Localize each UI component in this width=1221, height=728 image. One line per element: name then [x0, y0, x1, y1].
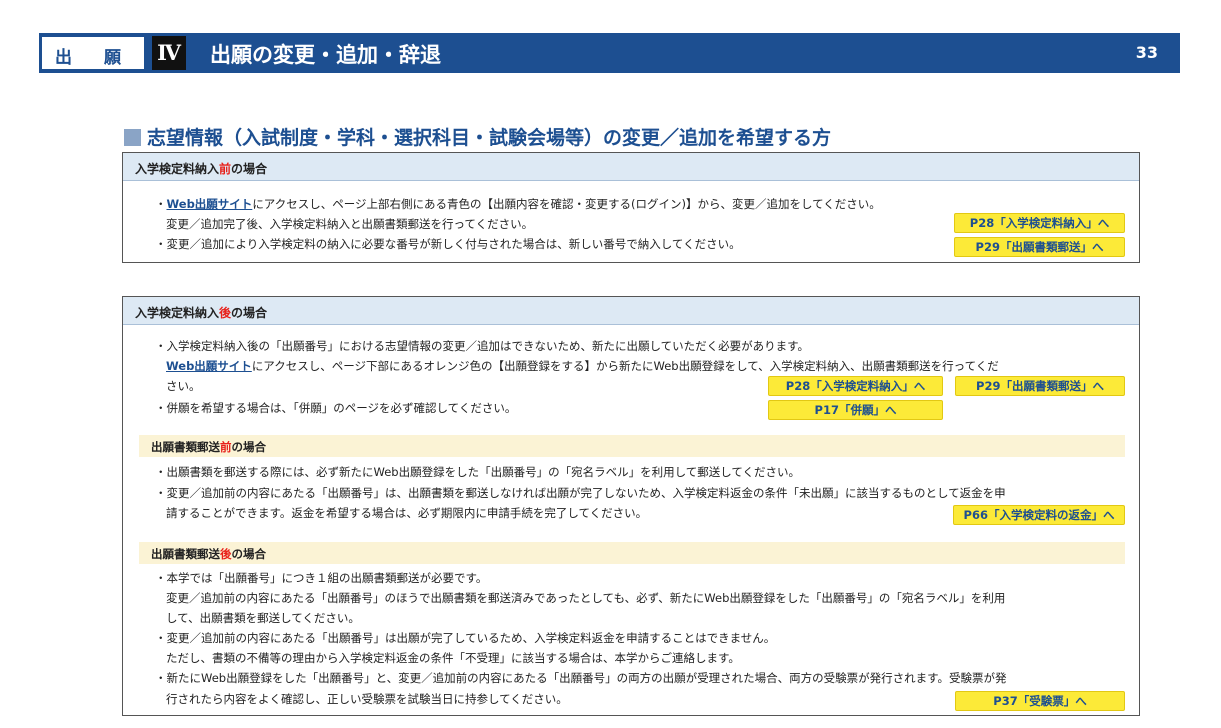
box1-line-1: ・Web出願サイトにアクセスし、ページ上部右側にある青色の【出願内容を確認・変更…: [155, 196, 881, 212]
web-application-site-link[interactable]: Web出願サイト: [167, 197, 253, 211]
box1-line-1-text: にアクセスし、ページ上部右側にある青色の【出願内容を確認・変更する(ログイン)】…: [252, 197, 881, 211]
subheading-text-end: の場合: [231, 547, 267, 561]
sub2-line-5: ただし、書類の不備等の理由から入学検定料返金の条件「不受理」に該当する場合は、本…: [166, 651, 740, 665]
section-title-text: 志望情報（入試制度・学科・選択科目・試験会場等）の変更／追加を希望する方: [147, 127, 832, 149]
subheading-text-end: の場合: [231, 440, 267, 454]
before-mailing-heading: 出願書類郵送前の場合: [139, 435, 1125, 457]
chapter-label-char-2: 願: [104, 48, 121, 68]
sub2-line-6: ・新たにWeb出願登録をした「出願番号」と、変更／追加前の内容にあたる「出願番号…: [155, 671, 1007, 685]
p28-payment-button[interactable]: P28「入学検定料納入」へ: [954, 213, 1125, 233]
after-payment-heading: 入学検定料納入後の場合: [123, 297, 1139, 325]
heading-text-end: の場合: [231, 162, 268, 176]
sub1-line-1: ・出願書類を郵送する際には、必ず新たにWeb出願登録をした「出願番号」の「宛名ラ…: [155, 465, 801, 479]
before-payment-box: 入学検定料納入前の場合 ・Web出願サイトにアクセスし、ページ上部右側にある青色…: [122, 152, 1140, 263]
section-numeral: Ⅳ: [152, 36, 186, 70]
p37-exam-ticket-button[interactable]: P37「受験票」へ: [955, 691, 1125, 711]
heading-text: 入学検定料納入: [135, 162, 220, 176]
sub1-line-2: ・変更／追加前の内容にあたる「出願番号」は、出願書類を郵送しなければ出願が完了し…: [155, 486, 1006, 500]
p66-refund-button[interactable]: P66「入学検定料の返金」へ: [953, 505, 1125, 525]
sub2-line-2: 変更／追加前の内容にあたる「出願番号」のほうで出願書類を郵送済みであったとしても…: [166, 591, 1006, 605]
subheading-emphasis: 後: [220, 547, 232, 561]
after-mailing-heading: 出願書類郵送後の場合: [139, 542, 1125, 564]
subheading-text: 出願書類郵送: [151, 547, 220, 561]
box2-line-1: ・入学検定料納入後の「出願番号」における志望情報の変更／追加はできないため、新た…: [155, 339, 809, 353]
heading-emphasis: 前: [219, 162, 232, 176]
box1-line-3: ・変更／追加により入学検定料の納入に必要な番号が新しく付与された場合は、新しい番…: [155, 237, 741, 251]
box1-line-2: 変更／追加完了後、入学検定料納入と出願書類郵送を行ってください。: [166, 217, 534, 231]
sub1-line-3: 請することができます。返金を希望する場合は、必ず期限内に申請手続を完了してくださ…: [166, 506, 648, 520]
page-number: 33: [1135, 43, 1158, 62]
subheading-emphasis: 前: [220, 440, 232, 454]
sub2-line-1: ・本学では「出願番号」につき１組の出願書類郵送が必要です。: [155, 571, 488, 585]
heading-text-end: の場合: [231, 306, 268, 320]
heading-text: 入学検定料納入: [135, 306, 220, 320]
section-title: 志望情報（入試制度・学科・選択科目・試験会場等）の変更／追加を希望する方: [124, 123, 831, 150]
box2-line-2-text: にアクセスし、ページ下部にあるオレンジ色の【出願登録をする】から新たにWeb出願…: [251, 359, 999, 373]
web-application-site-link[interactable]: Web出願サイト: [166, 359, 252, 373]
sub2-line-7: 行されたら内容をよく確認し、正しい受験票を試験当日に持参してください。: [166, 692, 568, 706]
bullet: ・: [155, 197, 167, 211]
box2-line-3: さい。: [166, 379, 201, 393]
chapter-label-char-1: 出: [55, 48, 72, 68]
chapter-label: 出 願: [41, 36, 145, 70]
p29-mailing-button[interactable]: P29「出願書類郵送」へ: [954, 237, 1125, 257]
box2-line-2: Web出願サイトにアクセスし、ページ下部にあるオレンジ色の【出願登録をする】から…: [166, 358, 999, 374]
sub2-line-3: して、出願書類を郵送してください。: [166, 611, 360, 625]
box2-line-4: ・併願を希望する場合は、「併願」のページを必ず確認してください。: [155, 401, 517, 415]
heading-emphasis: 後: [219, 306, 232, 320]
square-bullet-icon: [124, 129, 141, 146]
before-payment-heading: 入学検定料納入前の場合: [123, 153, 1139, 181]
chapter-header: 出 願 Ⅳ 出願の変更・追加・辞退 33: [39, 33, 1180, 73]
p17-concurrent-button[interactable]: P17「併願」へ: [768, 400, 943, 420]
sub2-line-4: ・変更／追加前の内容にあたる「出願番号」は出願が完了しているため、入学検定料返金…: [155, 631, 776, 645]
chapter-title: 出願の変更・追加・辞退: [210, 43, 441, 67]
subheading-text: 出願書類郵送: [151, 440, 220, 454]
p29-mailing-button[interactable]: P29「出願書類郵送」へ: [955, 376, 1125, 396]
after-payment-box: 入学検定料納入後の場合 ・入学検定料納入後の「出願番号」における志望情報の変更／…: [122, 296, 1140, 716]
p28-payment-button[interactable]: P28「入学検定料納入」へ: [768, 376, 943, 396]
